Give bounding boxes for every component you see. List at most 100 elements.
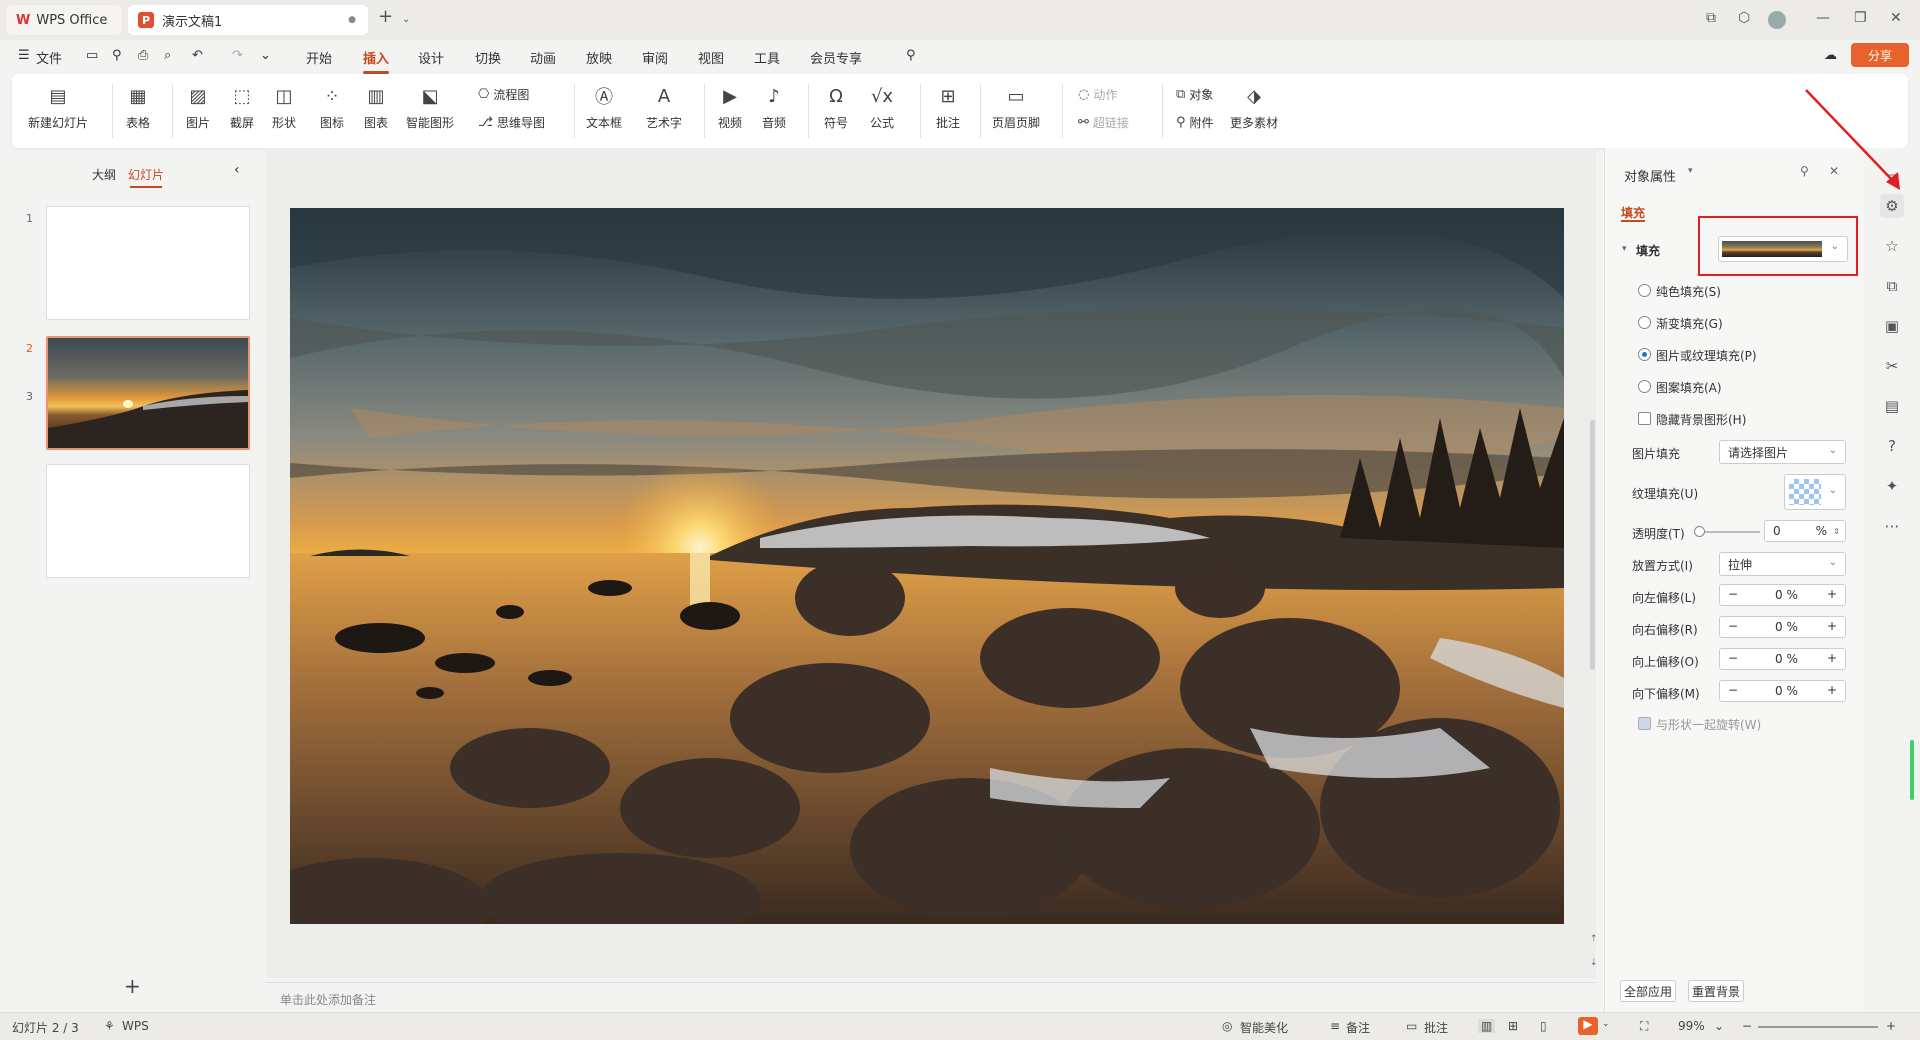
transparency-slider-handle[interactable] <box>1694 526 1705 537</box>
print-preview-icon[interactable]: ⌕ <box>164 48 171 63</box>
picture-button[interactable]: ▨ 图片 <box>184 82 212 131</box>
chart-button[interactable]: ▥ 图表 <box>362 82 390 131</box>
normal-view-icon[interactable]: ▥ <box>1478 1019 1496 1033</box>
more-material-button[interactable]: ⬗ 更多素材 <box>1230 82 1278 131</box>
fill-preview-dropdown[interactable]: ⌄ <box>1718 236 1848 262</box>
avatar[interactable] <box>1768 11 1786 29</box>
window-layout-icon[interactable]: ⧉ <box>1706 10 1716 26</box>
plus-icon[interactable]: + <box>378 6 393 27</box>
solid-fill-radio[interactable] <box>1638 284 1651 297</box>
book-icon[interactable]: ▤ <box>1880 394 1904 418</box>
formula-button[interactable]: √x 公式 <box>868 82 896 131</box>
icon-button[interactable]: ⁘ 图标 <box>318 82 346 131</box>
object-button[interactable]: ⧉ 对象 <box>1176 86 1213 103</box>
tab-transition[interactable]: 切换 <box>475 48 501 67</box>
restore-icon[interactable]: ❐ <box>1854 10 1867 26</box>
minus-icon[interactable]: − <box>1728 587 1738 601</box>
tab-review[interactable]: 审阅 <box>642 48 668 67</box>
notes-area[interactable]: 单击此处添加备注 <box>266 982 1596 1012</box>
screenshot-button[interactable]: ⬚ 截屏 <box>228 82 256 131</box>
smart-beautify-button[interactable]: 智能美化 <box>1240 1019 1288 1036</box>
picture-fill-radio[interactable] <box>1638 348 1651 361</box>
wps-cloud-icon[interactable]: ⚘ <box>104 1019 115 1033</box>
fit-window-icon[interactable]: ⛶ <box>1640 1019 1648 1034</box>
star-icon[interactable]: ☆ <box>1880 234 1904 258</box>
expand-icon[interactable]: ▾ <box>1622 244 1627 254</box>
redo-icon[interactable]: ↷ <box>232 48 243 63</box>
tab-slideshow[interactable]: 放映 <box>586 48 612 67</box>
notes-button[interactable]: 备注 <box>1346 1019 1370 1036</box>
tab-view[interactable]: 视图 <box>698 48 724 67</box>
hamburger-icon[interactable]: ☰ <box>18 48 30 63</box>
chevron-down-icon[interactable]: ⌄ <box>1602 1019 1610 1029</box>
share-button[interactable]: 分享 <box>1851 43 1909 67</box>
comment-icon[interactable]: ▭ <box>1406 1019 1417 1033</box>
zoom-in-icon[interactable]: + <box>1886 1019 1896 1033</box>
transparency-slider[interactable] <box>1698 531 1760 533</box>
wordart-button[interactable]: A 艺术字 <box>646 82 682 131</box>
tab-design[interactable]: 设计 <box>418 48 444 67</box>
flowchart-button[interactable]: ⎔ 流程图 <box>478 86 529 103</box>
texture-fill-select[interactable]: ⌄ <box>1784 474 1846 510</box>
save-icon[interactable]: ▭ <box>86 48 98 63</box>
slide-thumbnail-1[interactable] <box>46 206 250 320</box>
zoom-level[interactable]: 99% <box>1678 1019 1705 1033</box>
reading-view-icon[interactable]: ▯ <box>1540 1019 1547 1033</box>
magic-icon[interactable]: ✦ <box>1880 474 1904 498</box>
search-icon[interactable]: ⚲ <box>906 48 916 63</box>
play-icon[interactable]: ▶ <box>1578 1017 1598 1035</box>
sorter-view-icon[interactable]: ⊞ <box>1508 1019 1518 1033</box>
more-quick-icon[interactable]: ⌄ <box>260 48 271 63</box>
plus-icon[interactable]: + <box>1827 587 1837 601</box>
mindmap-button[interactable]: ⎇ 思维导图 <box>478 114 545 131</box>
chevron-down-icon[interactable]: ⌄ <box>1714 1019 1724 1033</box>
cloud-icon[interactable]: ☁ <box>1824 48 1837 63</box>
offset-left-stepper[interactable]: − 0 % + <box>1719 584 1846 606</box>
wps-status[interactable]: WPS <box>122 1019 149 1033</box>
zoom-slider[interactable] <box>1758 1026 1878 1028</box>
audio-button[interactable]: ♪ 音频 <box>760 82 788 131</box>
document-tab[interactable]: P 演示文稿1 ● <box>128 5 368 35</box>
reset-background-button[interactable]: 重置背景 <box>1688 980 1744 1002</box>
more-icon[interactable]: ⋯ <box>1880 514 1904 538</box>
file-menu[interactable]: 文件 <box>36 48 62 67</box>
close-icon[interactable]: ✕ <box>1890 10 1902 26</box>
search-doc-icon[interactable]: ⚲ <box>112 48 122 63</box>
scroll-up-icon[interactable]: ⇡ <box>1590 934 1598 944</box>
tab-member[interactable]: 会员专享 <box>810 48 862 67</box>
slide-thumbnail-2[interactable] <box>46 336 250 450</box>
minus-icon[interactable]: − <box>1728 619 1738 633</box>
spin-icon[interactable]: ⇕ <box>1833 527 1840 536</box>
slide-2[interactable] <box>290 208 1564 924</box>
add-slide-icon[interactable]: + <box>124 974 141 998</box>
panel-title[interactable]: 对象属性 <box>1624 166 1676 185</box>
minimize-icon[interactable]: — <box>1816 10 1830 26</box>
tab-outline[interactable]: 大纲 <box>92 166 116 183</box>
symbol-button[interactable]: Ω 符号 <box>822 82 850 131</box>
print-icon[interactable]: ⎙ <box>138 48 148 63</box>
zoom-out-icon[interactable]: − <box>1742 1019 1752 1033</box>
tab-slides[interactable]: 幻灯片 <box>128 166 164 188</box>
textbox-button[interactable]: Ⓐ 文本框 <box>586 82 622 131</box>
offset-right-stepper[interactable]: − 0 % + <box>1719 616 1846 638</box>
undo-icon[interactable]: ↶ <box>192 48 203 63</box>
new-slide-button[interactable]: ▤ 新建幻灯片 <box>28 82 88 131</box>
chevron-down-icon[interactable]: ▾ <box>1688 166 1693 176</box>
offset-down-stepper[interactable]: − 0 % + <box>1719 680 1846 702</box>
close-tab-icon[interactable]: ● <box>348 15 356 25</box>
tab-insert[interactable]: 插入 <box>363 48 390 74</box>
smart-art-button[interactable]: ⬕ 智能图形 <box>406 82 454 131</box>
chevron-down-icon[interactable]: ⌄ <box>402 14 410 25</box>
gradient-fill-radio[interactable] <box>1638 316 1651 329</box>
shape-button[interactable]: ◫ 形状 <box>270 82 298 131</box>
apply-all-button[interactable]: 全部应用 <box>1620 980 1676 1002</box>
table-button[interactable]: ▦ 表格 <box>124 82 152 131</box>
collapse-panel-icon[interactable]: ‹ <box>234 162 240 178</box>
header-footer-button[interactable]: ▭ 页眉页脚 <box>992 82 1040 131</box>
minus-icon[interactable]: − <box>1728 651 1738 665</box>
video-button[interactable]: ▶ 视频 <box>716 82 744 131</box>
picture-fill-select[interactable]: 请选择图片 ⌄ <box>1719 440 1846 464</box>
transparency-input[interactable]: 0% ⇕ <box>1764 520 1846 542</box>
attachment-button[interactable]: ⚲ 附件 <box>1176 114 1214 131</box>
image-edit-icon[interactable]: ▣ <box>1880 314 1904 338</box>
